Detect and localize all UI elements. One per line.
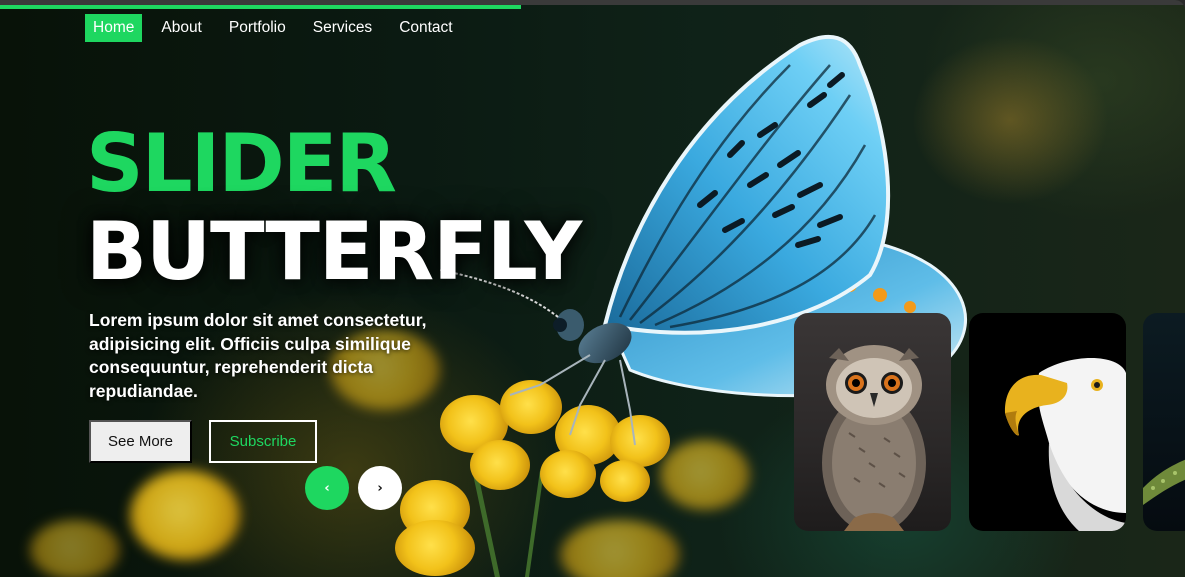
chevron-right-icon: › (377, 480, 383, 496)
hero-title-line1: SLIDER (86, 117, 397, 210)
hero-background: Home About Portfolio Services Contact SL… (0, 0, 1185, 577)
hero-description: Lorem ipsum dolor sit amet consectetur, … (89, 310, 427, 401)
slider-progress-fill (0, 5, 522, 9)
thumbnail-eagle[interactable] (969, 313, 1126, 531)
background-flower (30, 520, 120, 577)
background-flower (130, 470, 240, 560)
nav-about[interactable]: About (153, 14, 210, 42)
nav-home[interactable]: Home (85, 14, 143, 42)
see-more-button[interactable]: See More (89, 420, 192, 463)
eagle-image (1004, 358, 1126, 531)
nav-contact[interactable]: Contact (391, 14, 460, 42)
hero-title-line2: BUTTERFLY (86, 205, 582, 298)
branch-image (1143, 459, 1185, 505)
main-navigation: Home About Portfolio Services Contact (85, 14, 466, 42)
owl-image (822, 345, 926, 531)
slider-next-button[interactable]: › (358, 466, 402, 510)
nav-portfolio[interactable]: Portfolio (221, 14, 294, 42)
subscribe-button[interactable]: Subscribe (209, 420, 317, 463)
yellow-flower (395, 520, 475, 576)
thumbnail-owl[interactable] (794, 313, 951, 531)
slider-prev-button[interactable]: ‹ (305, 466, 349, 510)
nav-services[interactable]: Services (305, 14, 380, 42)
background-flower (560, 520, 680, 577)
slider-progress-track (0, 5, 1185, 9)
chevron-left-icon: ‹ (324, 480, 330, 496)
thumbnail-branch[interactable] (1143, 313, 1185, 531)
